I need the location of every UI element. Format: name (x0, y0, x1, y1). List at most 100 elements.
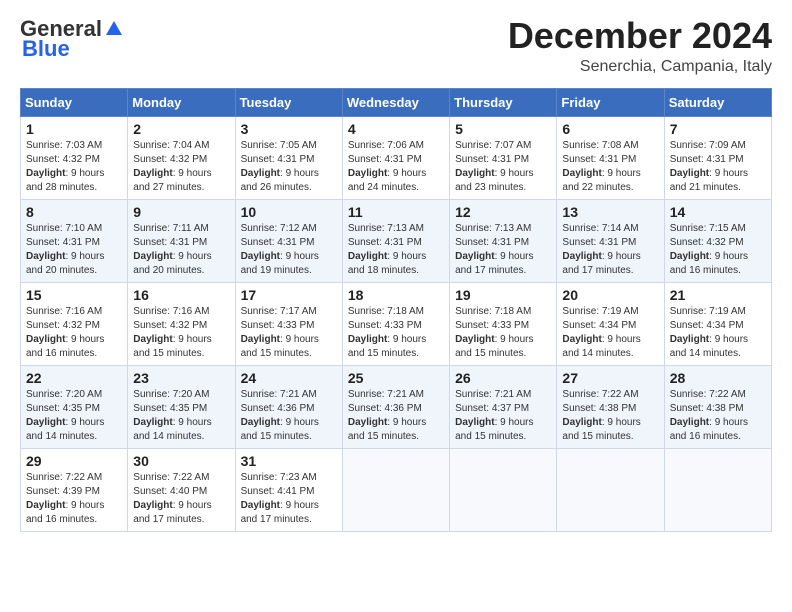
day-info: Sunrise: 7:20 AMSunset: 4:35 PMDaylight:… (26, 388, 122, 444)
day-info: Sunrise: 7:07 AMSunset: 4:31 PMDaylight:… (455, 139, 551, 195)
header-friday: Friday (557, 88, 664, 116)
day-number: 13 (562, 204, 658, 220)
day-info: Sunrise: 7:21 AMSunset: 4:37 PMDaylight:… (455, 388, 551, 444)
table-row: 11 Sunrise: 7:13 AMSunset: 4:31 PMDayligh… (342, 199, 449, 282)
day-number: 1 (26, 121, 122, 137)
day-number: 27 (562, 370, 658, 386)
day-number: 5 (455, 121, 551, 137)
day-info: Sunrise: 7:18 AMSunset: 4:33 PMDaylight:… (348, 305, 444, 361)
day-number: 22 (26, 370, 122, 386)
table-row: 1Sunrise: 7:03 AMSunset: 4:32 PMDaylight… (21, 116, 128, 199)
table-row: 15 Sunrise: 7:16 AMSunset: 4:32 PMDayligh… (21, 282, 128, 365)
day-info: Sunrise: 7:05 AMSunset: 4:31 PMDaylight:… (241, 139, 337, 195)
day-info: Sunrise: 7:18 AMSunset: 4:33 PMDaylight:… (455, 305, 551, 361)
table-row: 20 Sunrise: 7:19 AMSunset: 4:34 PMDayligh… (557, 282, 664, 365)
table-row: 7 Sunrise: 7:09 AMSunset: 4:31 PMDaylight… (664, 116, 771, 199)
day-number: 31 (241, 453, 337, 469)
header-monday: Monday (128, 88, 235, 116)
table-row: 5 Sunrise: 7:07 AMSunset: 4:31 PMDaylight… (450, 116, 557, 199)
day-info: Sunrise: 7:11 AMSunset: 4:31 PMDaylight:… (133, 222, 229, 278)
location: Senerchia, Campania, Italy (508, 58, 772, 76)
day-info: Sunrise: 7:22 AMSunset: 4:38 PMDaylight:… (670, 388, 766, 444)
day-info: Sunrise: 7:22 AMSunset: 4:39 PMDaylight:… (26, 471, 122, 527)
table-row: 14Sunrise: 7:15 AMSunset: 4:32 PMDayligh… (664, 199, 771, 282)
calendar-row: 29 Sunrise: 7:22 AMSunset: 4:39 PMDayligh… (21, 448, 772, 531)
day-info: Sunrise: 7:14 AMSunset: 4:31 PMDaylight:… (562, 222, 658, 278)
day-info: Sunrise: 7:12 AMSunset: 4:31 PMDaylight:… (241, 222, 337, 278)
day-number: 17 (241, 287, 337, 303)
day-number: 21 (670, 287, 766, 303)
day-info: Sunrise: 7:04 AMSunset: 4:32 PMDaylight:… (133, 139, 229, 195)
header-thursday: Thursday (450, 88, 557, 116)
table-row (450, 448, 557, 531)
day-info: Sunrise: 7:13 AMSunset: 4:31 PMDaylight:… (455, 222, 551, 278)
table-row: 18 Sunrise: 7:18 AMSunset: 4:33 PMDayligh… (342, 282, 449, 365)
table-row: 30Sunrise: 7:22 AMSunset: 4:40 PMDayligh… (128, 448, 235, 531)
table-row: 27 Sunrise: 7:22 AMSunset: 4:38 PMDayligh… (557, 365, 664, 448)
table-row: 8Sunrise: 7:10 AMSunset: 4:31 PMDaylight… (21, 199, 128, 282)
table-row: 28 Sunrise: 7:22 AMSunset: 4:38 PMDayligh… (664, 365, 771, 448)
title-block: December 2024 Senerchia, Campania, Italy (508, 16, 772, 76)
day-number: 20 (562, 287, 658, 303)
table-row: 17 Sunrise: 7:17 AMSunset: 4:33 PMDayligh… (235, 282, 342, 365)
day-info: Sunrise: 7:20 AMSunset: 4:35 PMDaylight:… (133, 388, 229, 444)
day-info: Sunrise: 7:16 AMSunset: 4:32 PMDaylight:… (133, 305, 229, 361)
day-number: 8 (26, 204, 122, 220)
table-row: 10 Sunrise: 7:12 AMSunset: 4:31 PMDayligh… (235, 199, 342, 282)
day-info: Sunrise: 7:21 AMSunset: 4:36 PMDaylight:… (348, 388, 444, 444)
calendar-header-row: Sunday Monday Tuesday Wednesday Thursday… (21, 88, 772, 116)
day-number: 26 (455, 370, 551, 386)
header: General Blue December 2024 Senerchia, Ca… (20, 16, 772, 76)
logo: General Blue (20, 16, 126, 62)
day-info: Sunrise: 7:22 AMSunset: 4:40 PMDaylight:… (133, 471, 229, 527)
header-sunday: Sunday (21, 88, 128, 116)
day-number: 18 (348, 287, 444, 303)
table-row: 9Sunrise: 7:11 AMSunset: 4:31 PMDaylight… (128, 199, 235, 282)
day-number: 25 (348, 370, 444, 386)
logo-blue: Blue (22, 36, 70, 62)
table-row: 24Sunrise: 7:21 AMSunset: 4:36 PMDayligh… (235, 365, 342, 448)
calendar-table: Sunday Monday Tuesday Wednesday Thursday… (20, 88, 772, 532)
day-info: Sunrise: 7:22 AMSunset: 4:38 PMDaylight:… (562, 388, 658, 444)
header-tuesday: Tuesday (235, 88, 342, 116)
table-row (664, 448, 771, 531)
day-info: Sunrise: 7:23 AMSunset: 4:41 PMDaylight:… (241, 471, 337, 527)
logo-icon (103, 18, 125, 40)
day-number: 29 (26, 453, 122, 469)
table-row: 2 Sunrise: 7:04 AMSunset: 4:32 PMDaylight… (128, 116, 235, 199)
day-info: Sunrise: 7:19 AMSunset: 4:34 PMDaylight:… (670, 305, 766, 361)
table-row: 16Sunrise: 7:16 AMSunset: 4:32 PMDayligh… (128, 282, 235, 365)
day-info: Sunrise: 7:15 AMSunset: 4:32 PMDaylight:… (670, 222, 766, 278)
day-number: 19 (455, 287, 551, 303)
calendar-row: 15 Sunrise: 7:16 AMSunset: 4:32 PMDayligh… (21, 282, 772, 365)
day-info: Sunrise: 7:13 AMSunset: 4:31 PMDaylight:… (348, 222, 444, 278)
calendar-row: 22 Sunrise: 7:20 AMSunset: 4:35 PMDayligh… (21, 365, 772, 448)
table-row: 26 Sunrise: 7:21 AMSunset: 4:37 PMDayligh… (450, 365, 557, 448)
table-row: 29 Sunrise: 7:22 AMSunset: 4:39 PMDayligh… (21, 448, 128, 531)
table-row: 31 Sunrise: 7:23 AMSunset: 4:41 PMDayligh… (235, 448, 342, 531)
day-number: 4 (348, 121, 444, 137)
day-info: Sunrise: 7:08 AMSunset: 4:31 PMDaylight:… (562, 139, 658, 195)
table-row: 25 Sunrise: 7:21 AMSunset: 4:36 PMDayligh… (342, 365, 449, 448)
day-info: Sunrise: 7:09 AMSunset: 4:31 PMDaylight:… (670, 139, 766, 195)
day-info: Sunrise: 7:16 AMSunset: 4:32 PMDaylight:… (26, 305, 122, 361)
table-row: 3Sunrise: 7:05 AMSunset: 4:31 PMDaylight… (235, 116, 342, 199)
calendar-row: 1Sunrise: 7:03 AMSunset: 4:32 PMDaylight… (21, 116, 772, 199)
table-row: 22 Sunrise: 7:20 AMSunset: 4:35 PMDayligh… (21, 365, 128, 448)
day-number: 11 (348, 204, 444, 220)
day-number: 28 (670, 370, 766, 386)
day-number: 10 (241, 204, 337, 220)
table-row: 12Sunrise: 7:13 AMSunset: 4:31 PMDayligh… (450, 199, 557, 282)
table-row: 19 Sunrise: 7:18 AMSunset: 4:33 PMDayligh… (450, 282, 557, 365)
day-number: 24 (241, 370, 337, 386)
day-info: Sunrise: 7:19 AMSunset: 4:34 PMDaylight:… (562, 305, 658, 361)
day-number: 15 (26, 287, 122, 303)
month-title: December 2024 (508, 16, 772, 56)
table-row: 4Sunrise: 7:06 AMSunset: 4:31 PMDaylight… (342, 116, 449, 199)
day-info: Sunrise: 7:17 AMSunset: 4:33 PMDaylight:… (241, 305, 337, 361)
table-row: 6Sunrise: 7:08 AMSunset: 4:31 PMDaylight… (557, 116, 664, 199)
page: General Blue December 2024 Senerchia, Ca… (0, 0, 792, 548)
day-number: 7 (670, 121, 766, 137)
calendar-row: 8Sunrise: 7:10 AMSunset: 4:31 PMDaylight… (21, 199, 772, 282)
day-number: 2 (133, 121, 229, 137)
